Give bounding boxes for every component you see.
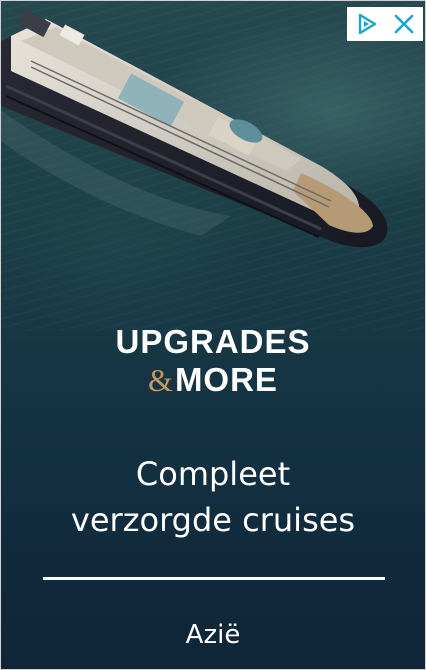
headline: Compleet verzorgde cruises [1,451,425,543]
brand-line-more: &MORE [1,361,425,399]
divider [43,577,385,580]
headline-line-2: verzorgde cruises [70,501,356,539]
ad-banner[interactable]: UPGRADES &MORE Compleet verzorgde cruise… [0,0,426,670]
adchoices-icon [358,13,377,35]
brand-ampersand: & [148,362,174,398]
ad-controls [347,7,423,41]
destination-link[interactable]: Azië [1,618,425,652]
brand-logo: UPGRADES &MORE [1,323,425,399]
close-icon [394,14,414,34]
headline-line-1: Compleet [135,455,291,493]
adchoices-button[interactable] [347,7,385,41]
brand-line-upgrades: UPGRADES [115,323,311,360]
close-button[interactable] [385,7,423,41]
cruise-ship-image [1,8,388,248]
brand-more-text: MORE [174,361,278,398]
